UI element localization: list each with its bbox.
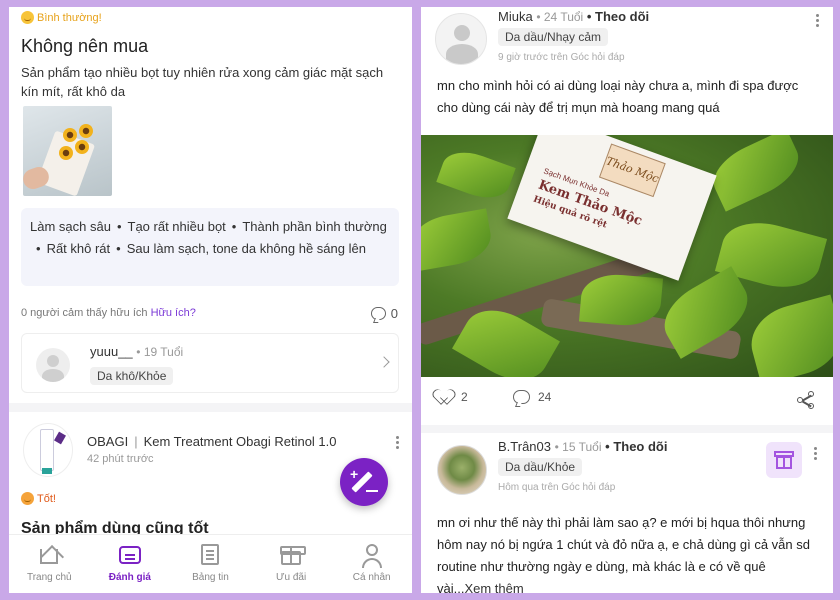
plus-icon: + [350,466,359,482]
skin-type-chip: Da dầu/Nhạy cảm [498,28,609,46]
product-title-row[interactable]: OBAGI | Kem Treatment Obagi Retinol 1.0 [87,434,337,449]
comment-count: 0 [390,306,398,321]
user-icon [361,544,383,568]
review-title: Không nên mua [21,36,149,56]
reviewer-name: yuuu__ [90,344,133,359]
sunflower [59,146,73,160]
skin-type-chip: Da khô/Khỏe [90,367,174,385]
reviewer-card[interactable]: yuuu__ • 19 Tuổi Da khô/Khỏe [21,333,399,393]
tag: Rất khô rát [46,241,111,256]
comment-count: 24 [538,390,552,404]
rating-label: Tốt! [37,492,56,505]
tag: Tạo rất nhiều bọt [127,219,226,234]
skin-type-chip: Da dầu/Khỏe [498,458,583,476]
divider [421,425,833,433]
comment-icon [513,390,530,404]
comment-button[interactable]: 0 [370,306,398,321]
write-review-fab[interactable]: + [340,458,388,506]
post-photo[interactable]: Thảo Mộc Sạch Mụn Khỏe Da Kem Thảo Mộc H… [421,135,833,377]
post-author-age: • 15 Tuổi [554,440,602,454]
review-text: Sản phẩm tạo nhiều bọt tuy nhiên rửa xon… [21,65,384,99]
comment-button[interactable]: 24 [513,390,551,404]
post-text: mn ơi như thế này thì phải làm sao ạ? e … [437,512,819,593]
rating-badge-neutral: Bình thường! [21,11,102,24]
product-name: Kem Treatment Obagi Retinol 1.0 [143,434,337,449]
divider [9,403,412,412]
heart-icon [437,390,453,404]
avatar [36,348,70,382]
post-author[interactable]: Miuka [498,9,533,24]
product-brand: OBAGI [87,434,129,449]
tag: Làm sạch sâu [30,219,111,234]
home-icon [40,549,59,564]
tab-label: Trang chủ [26,572,72,583]
more-options-icon[interactable] [396,436,399,451]
helpful-row: 0 người cảm thấy hữu ích Hữu ích? [21,307,196,319]
more-options-icon[interactable] [814,447,817,462]
sunflower [75,140,89,154]
post-author-row: B.Trân03 • 15 Tuổi • Theo dõi [498,439,667,454]
gift-button[interactable] [766,442,802,478]
post-author-age: • 24 Tuổi [536,10,584,24]
helpful-link[interactable]: Hữu ích? [151,307,196,319]
review-icon [118,546,141,564]
tab-deals[interactable]: Ưu đãi [251,535,332,593]
sunflower [79,124,93,138]
rating-badge-good: Tốt! [21,492,56,505]
tab-label: Cá nhân [352,572,391,583]
tab-profile[interactable]: Cá nhân [331,535,412,593]
follow-button[interactable]: • Theo dõi [587,9,649,24]
follow-button[interactable]: • Theo dõi [605,439,667,454]
tag: Thành phần bình thường [242,219,387,234]
tab-reviews[interactable]: Đánh giá [90,535,171,593]
review-feed-panel: Bình thường! Không nên mua Sản phẩm tạo … [9,7,412,593]
news-icon [201,544,220,565]
post-author-row: Miuka • 24 Tuổi • Theo dõi [498,9,649,24]
product-box: Thảo Mộc Sạch Mụn Khỏe Da Kem Thảo Mộc H… [507,135,717,281]
smile-face-icon [21,492,34,505]
post-time: 9 giờ trước trên Góc hỏi đáp [498,52,625,63]
bottom-tab-bar: Trang chủ Đánh giá Bảng tin Ưu đãi Cá nh… [9,534,412,593]
gift-icon [280,546,307,565]
avatar[interactable] [437,445,487,495]
share-icon[interactable] [797,391,815,409]
product-time: 42 phút trước [87,453,154,465]
more-options-icon[interactable] [816,14,819,29]
qa-feed-panel: Miuka • 24 Tuổi • Theo dõi Da dầu/Nhạy c… [421,7,833,593]
tag: Sau làm sạch, tone da không hề sáng lên [126,241,366,256]
post-time: Hôm qua trên Góc hỏi đáp [498,482,616,493]
comment-icon [370,307,386,320]
helpful-count-text: 0 người cảm thấy hữu ích [21,307,148,319]
tab-home[interactable]: Trang chủ [9,535,90,593]
post-actions: 2 24 [421,377,833,425]
review-photo[interactable] [23,106,112,196]
review-tags: Làm sạch sâu • Tạo rất nhiều bọt • Thành phầ… [21,208,399,286]
product-image[interactable] [23,423,73,477]
rating-label: Bình thường! [37,11,102,24]
sunflower [63,128,77,142]
see-more-link[interactable]: Xem thêm [464,581,523,593]
neutral-face-icon [21,11,34,24]
tab-label: Bảng tin [192,572,229,583]
post-author[interactable]: B.Trân03 [498,439,551,454]
post-text: mn cho mình hỏi có ai dùng loại này chưa… [437,78,799,115]
chevron-right-icon [378,356,390,368]
reviewer-name-row: yuuu__ • 19 Tuổi [90,344,183,359]
tab-label: Ưu đãi [275,572,307,583]
like-count: 2 [461,390,468,404]
reviewer-age: • 19 Tuổi [136,345,184,359]
avatar[interactable] [435,13,487,65]
tab-news[interactable]: Bảng tin [170,535,251,593]
like-button[interactable]: 2 [437,390,468,404]
tab-label: Đánh giá [108,572,151,583]
